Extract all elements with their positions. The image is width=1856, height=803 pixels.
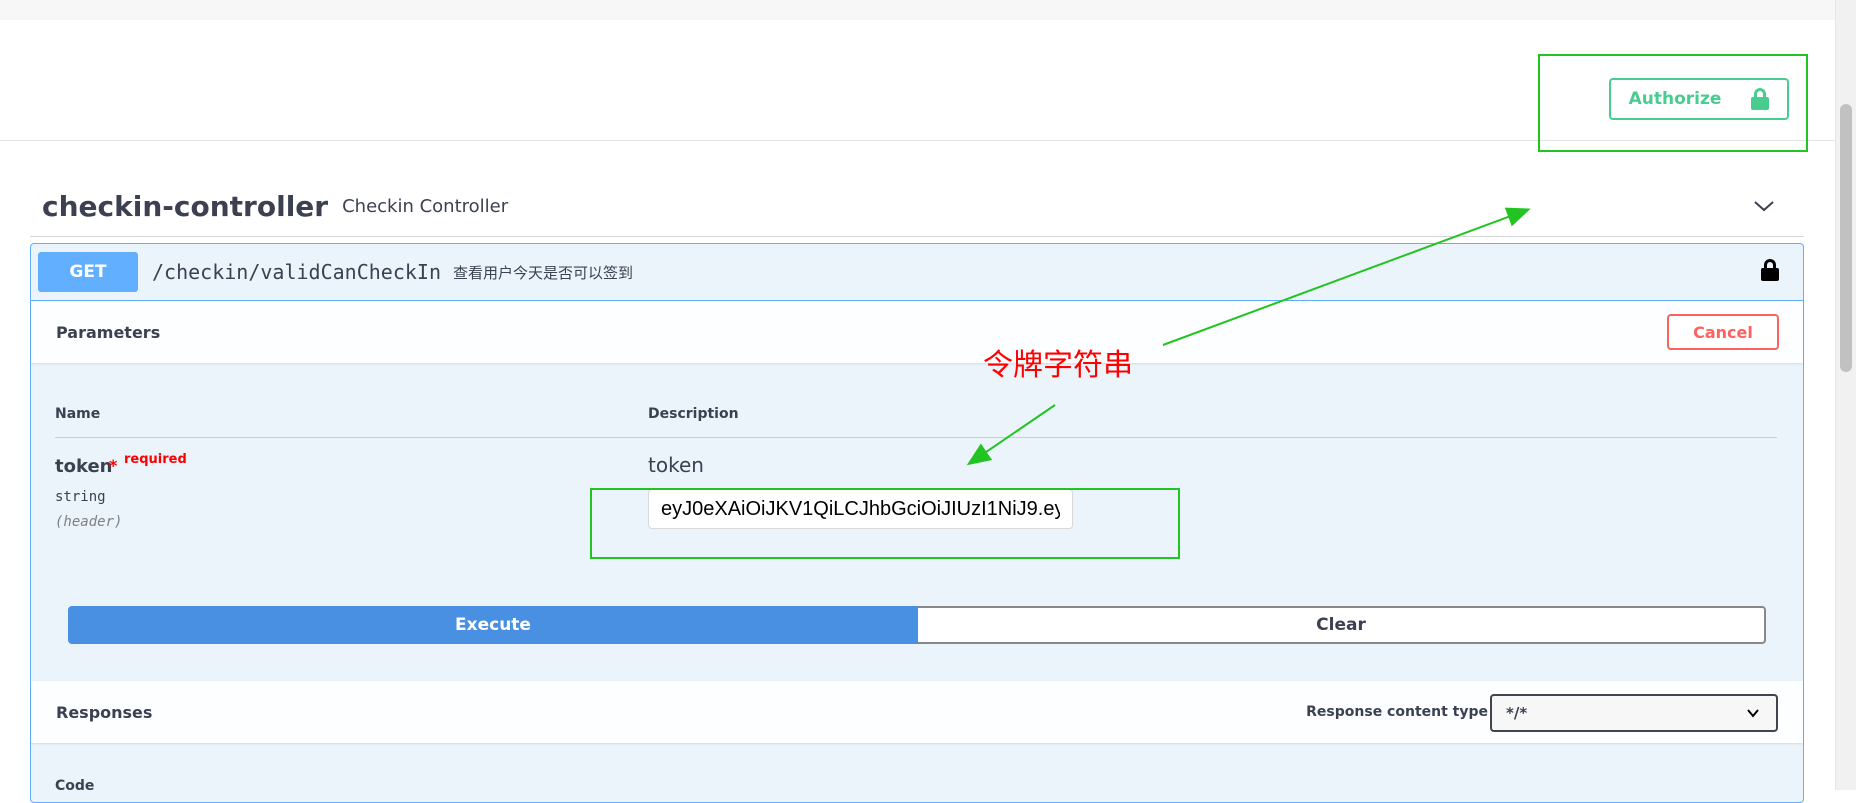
- operation-path: /checkin/validCanCheckIn: [152, 260, 441, 284]
- tag-title: checkin-controller: [42, 189, 329, 223]
- required-label: required: [124, 452, 187, 467]
- parameters-title: Parameters: [56, 322, 161, 342]
- parameter-name: token: [55, 456, 113, 477]
- column-header-name: Name: [55, 406, 101, 422]
- column-header-description: Description: [648, 406, 739, 422]
- tag-section-header[interactable]: checkin-controller Checkin Controller: [30, 176, 1804, 237]
- clear-button[interactable]: Clear: [918, 606, 1766, 644]
- execute-wrapper: Execute Clear: [68, 606, 1766, 644]
- tag-description: Checkin Controller: [342, 195, 509, 217]
- response-content-type-label: Response content type: [1306, 704, 1488, 720]
- chevron-down-icon[interactable]: [1754, 196, 1774, 216]
- table-divider: [55, 437, 1777, 438]
- top-strip: [0, 0, 1836, 20]
- operation-summary[interactable]: GET /checkin/validCanCheckIn 查看用户今天是否可以签…: [31, 244, 1803, 301]
- parameter-description: token: [648, 453, 704, 477]
- responses-title: Responses: [56, 702, 153, 722]
- cancel-button[interactable]: Cancel: [1667, 314, 1779, 350]
- highlight-box-token-input: [590, 488, 1180, 559]
- parameters-header: Parameters Cancel: [31, 301, 1803, 363]
- parameter-location: (header): [55, 514, 123, 530]
- annotation-label: 令牌字符串: [983, 348, 1133, 383]
- lock-icon[interactable]: [1761, 259, 1779, 281]
- code-column-label: Code: [55, 778, 95, 794]
- response-content-type-select[interactable]: */*: [1490, 694, 1778, 732]
- response-content-type-value: */*: [1506, 704, 1528, 722]
- scrollbar[interactable]: [1835, 0, 1856, 790]
- parameter-type: string: [55, 489, 106, 505]
- execute-button[interactable]: Execute: [68, 606, 918, 644]
- scrollbar-thumb[interactable]: [1840, 104, 1852, 372]
- operation-summary-text: 查看用户今天是否可以签到: [452, 263, 633, 282]
- chevron-down-icon: [1747, 709, 1759, 718]
- method-badge: GET: [38, 252, 138, 292]
- required-star: *: [109, 456, 118, 475]
- highlight-box-authorize: [1538, 54, 1808, 152]
